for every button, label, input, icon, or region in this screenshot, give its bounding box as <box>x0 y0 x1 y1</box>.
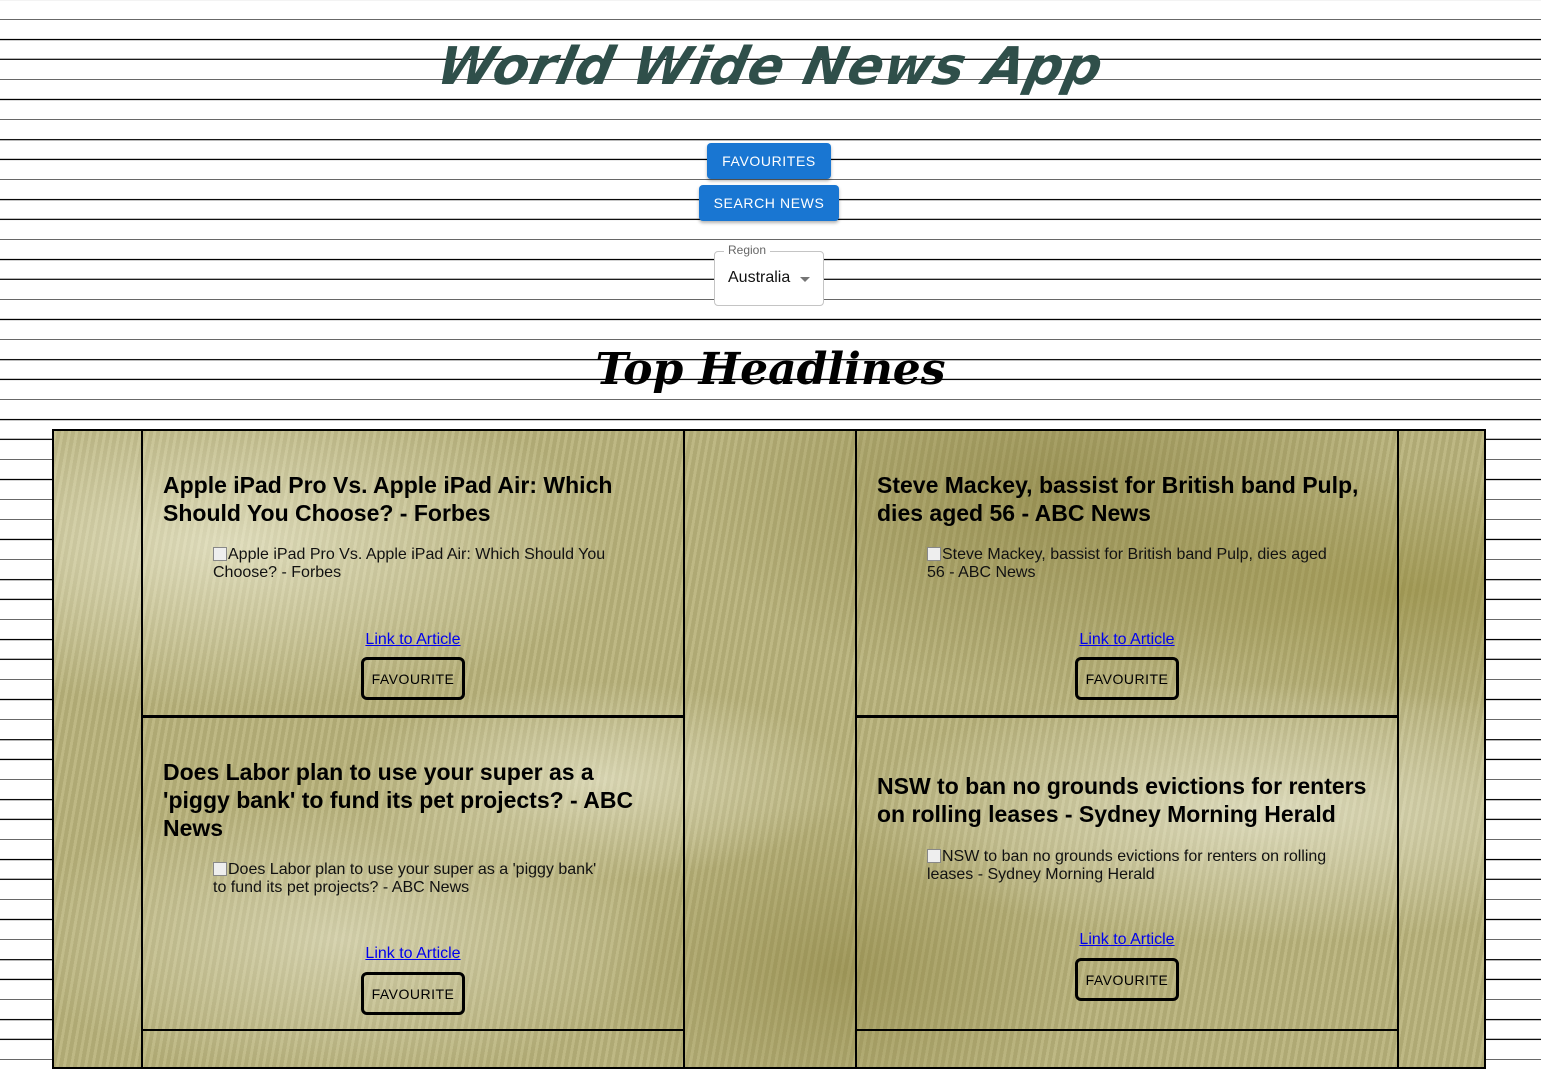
region-value: Australia <box>728 269 791 286</box>
article-card: Apple iPad Pro Vs. Apple iPad Air: Which… <box>141 431 685 717</box>
article-card: NSW to ban no grounds evictions for rent… <box>855 716 1399 1031</box>
article-link[interactable]: Link to Article <box>143 631 683 649</box>
favourites-button[interactable]: Favourites <box>707 143 831 179</box>
article-card: Steve Mackey, bassist for British band P… <box>855 431 1399 717</box>
article-image-alt: Steve Mackey, bassist for British band P… <box>927 546 1327 581</box>
article-image-alt: NSW to ban no grounds evictions for rent… <box>927 848 1327 883</box>
article-image: Does Labor plan to use your super as a '… <box>213 861 613 897</box>
favourite-button[interactable]: Favourite <box>361 657 465 700</box>
article-image: Apple iPad Pro Vs. Apple iPad Air: Which… <box>213 546 613 582</box>
app-title: World Wide News App <box>431 37 1110 97</box>
favourite-button[interactable]: Favourite <box>361 972 465 1015</box>
chevron-down-icon <box>800 277 810 282</box>
article-card: Does Labor plan to use your super as a '… <box>141 716 685 1031</box>
article-image: NSW to ban no grounds evictions for rent… <box>927 848 1327 884</box>
region-select[interactable]: Region Australia <box>714 243 824 306</box>
article-card-partial <box>855 1029 1399 1067</box>
broken-image-icon <box>213 862 227 876</box>
broken-image-icon <box>927 849 941 863</box>
article-title: Apple iPad Pro Vs. Apple iPad Air: Which… <box>163 472 613 526</box>
region-label: Region <box>724 243 771 257</box>
search-news-button[interactable]: Search News <box>699 185 839 221</box>
broken-image-icon <box>213 547 227 561</box>
article-title: NSW to ban no grounds evictions for rent… <box>877 773 1367 827</box>
article-image-alt: Does Labor plan to use your super as a '… <box>213 861 597 896</box>
article-image: Steve Mackey, bassist for British band P… <box>927 546 1327 582</box>
article-link[interactable]: Link to Article <box>857 931 1397 949</box>
article-link[interactable]: Link to Article <box>143 945 683 963</box>
article-title: Steve Mackey, bassist for British band P… <box>877 472 1359 526</box>
article-title: Does Labor plan to use your super as a '… <box>163 759 634 841</box>
top-headlines-title: Top Headlines <box>595 344 946 395</box>
news-panel: Apple iPad Pro Vs. Apple iPad Air: Which… <box>52 429 1486 1069</box>
favourite-button[interactable]: Favourite <box>1075 657 1179 700</box>
broken-image-icon <box>927 547 941 561</box>
article-card-partial <box>141 1029 685 1067</box>
article-image-alt: Apple iPad Pro Vs. Apple iPad Air: Which… <box>213 546 606 581</box>
article-link[interactable]: Link to Article <box>857 631 1397 649</box>
favourite-button[interactable]: Favourite <box>1075 958 1179 1001</box>
